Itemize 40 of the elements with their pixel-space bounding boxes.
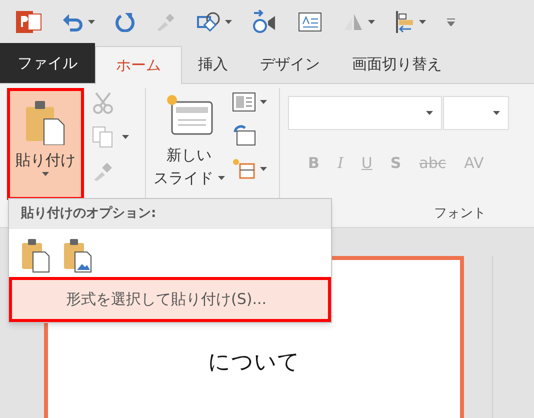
app-logo-icon xyxy=(16,9,42,35)
paste-keep-icon[interactable] xyxy=(21,236,51,272)
paste-picture-icon[interactable] xyxy=(63,236,93,272)
paste-special-item[interactable]: 形式を選択して貼り付け(S)... xyxy=(9,276,331,322)
undo-icon[interactable] xyxy=(62,12,84,32)
font-name-field[interactable] xyxy=(288,96,442,130)
caret-icon xyxy=(426,111,433,115)
new-slide-icon[interactable] xyxy=(164,92,214,136)
ribbon-tab[interactable]: 挿入 xyxy=(182,45,244,83)
paste-button[interactable]: 貼り付け xyxy=(7,88,84,200)
section-icon[interactable] xyxy=(232,158,256,180)
font-size-field[interactable] xyxy=(443,96,509,130)
align-icon[interactable] xyxy=(395,11,415,33)
caret-icon xyxy=(225,20,232,24)
slide-title: について xyxy=(208,349,300,377)
redo-icon[interactable] xyxy=(115,12,135,32)
ribbon-tab[interactable]: 画面切り替え xyxy=(336,45,458,83)
timer-sound-icon[interactable] xyxy=(252,10,278,34)
group-label: フォント xyxy=(434,204,487,222)
caret-icon xyxy=(218,176,224,180)
caret-icon xyxy=(88,20,95,24)
file-tab[interactable]: ファイル xyxy=(0,43,95,83)
layout-icon[interactable] xyxy=(232,92,256,112)
new-slide-label[interactable]: スライド xyxy=(154,166,214,189)
ribbon-tab[interactable]: ホーム xyxy=(95,46,182,84)
paste-icon xyxy=(24,99,68,145)
menu-header: 貼り付けのオプション: xyxy=(9,199,331,228)
caret-icon xyxy=(493,111,500,115)
caret-icon xyxy=(419,20,426,24)
paste-caret-icon xyxy=(42,172,49,176)
text-box-icon[interactable] xyxy=(298,12,322,32)
caret-icon xyxy=(122,135,129,139)
customize-icon[interactable] xyxy=(446,18,456,26)
caret-icon xyxy=(368,20,375,24)
caret-icon xyxy=(260,167,267,171)
reset-icon[interactable] xyxy=(232,124,256,146)
new-slide-label[interactable]: 新しい xyxy=(166,144,212,166)
ribbon-tab[interactable]: デザイン xyxy=(244,45,336,83)
shapes-icon[interactable] xyxy=(197,11,221,33)
caret-icon xyxy=(260,100,267,104)
